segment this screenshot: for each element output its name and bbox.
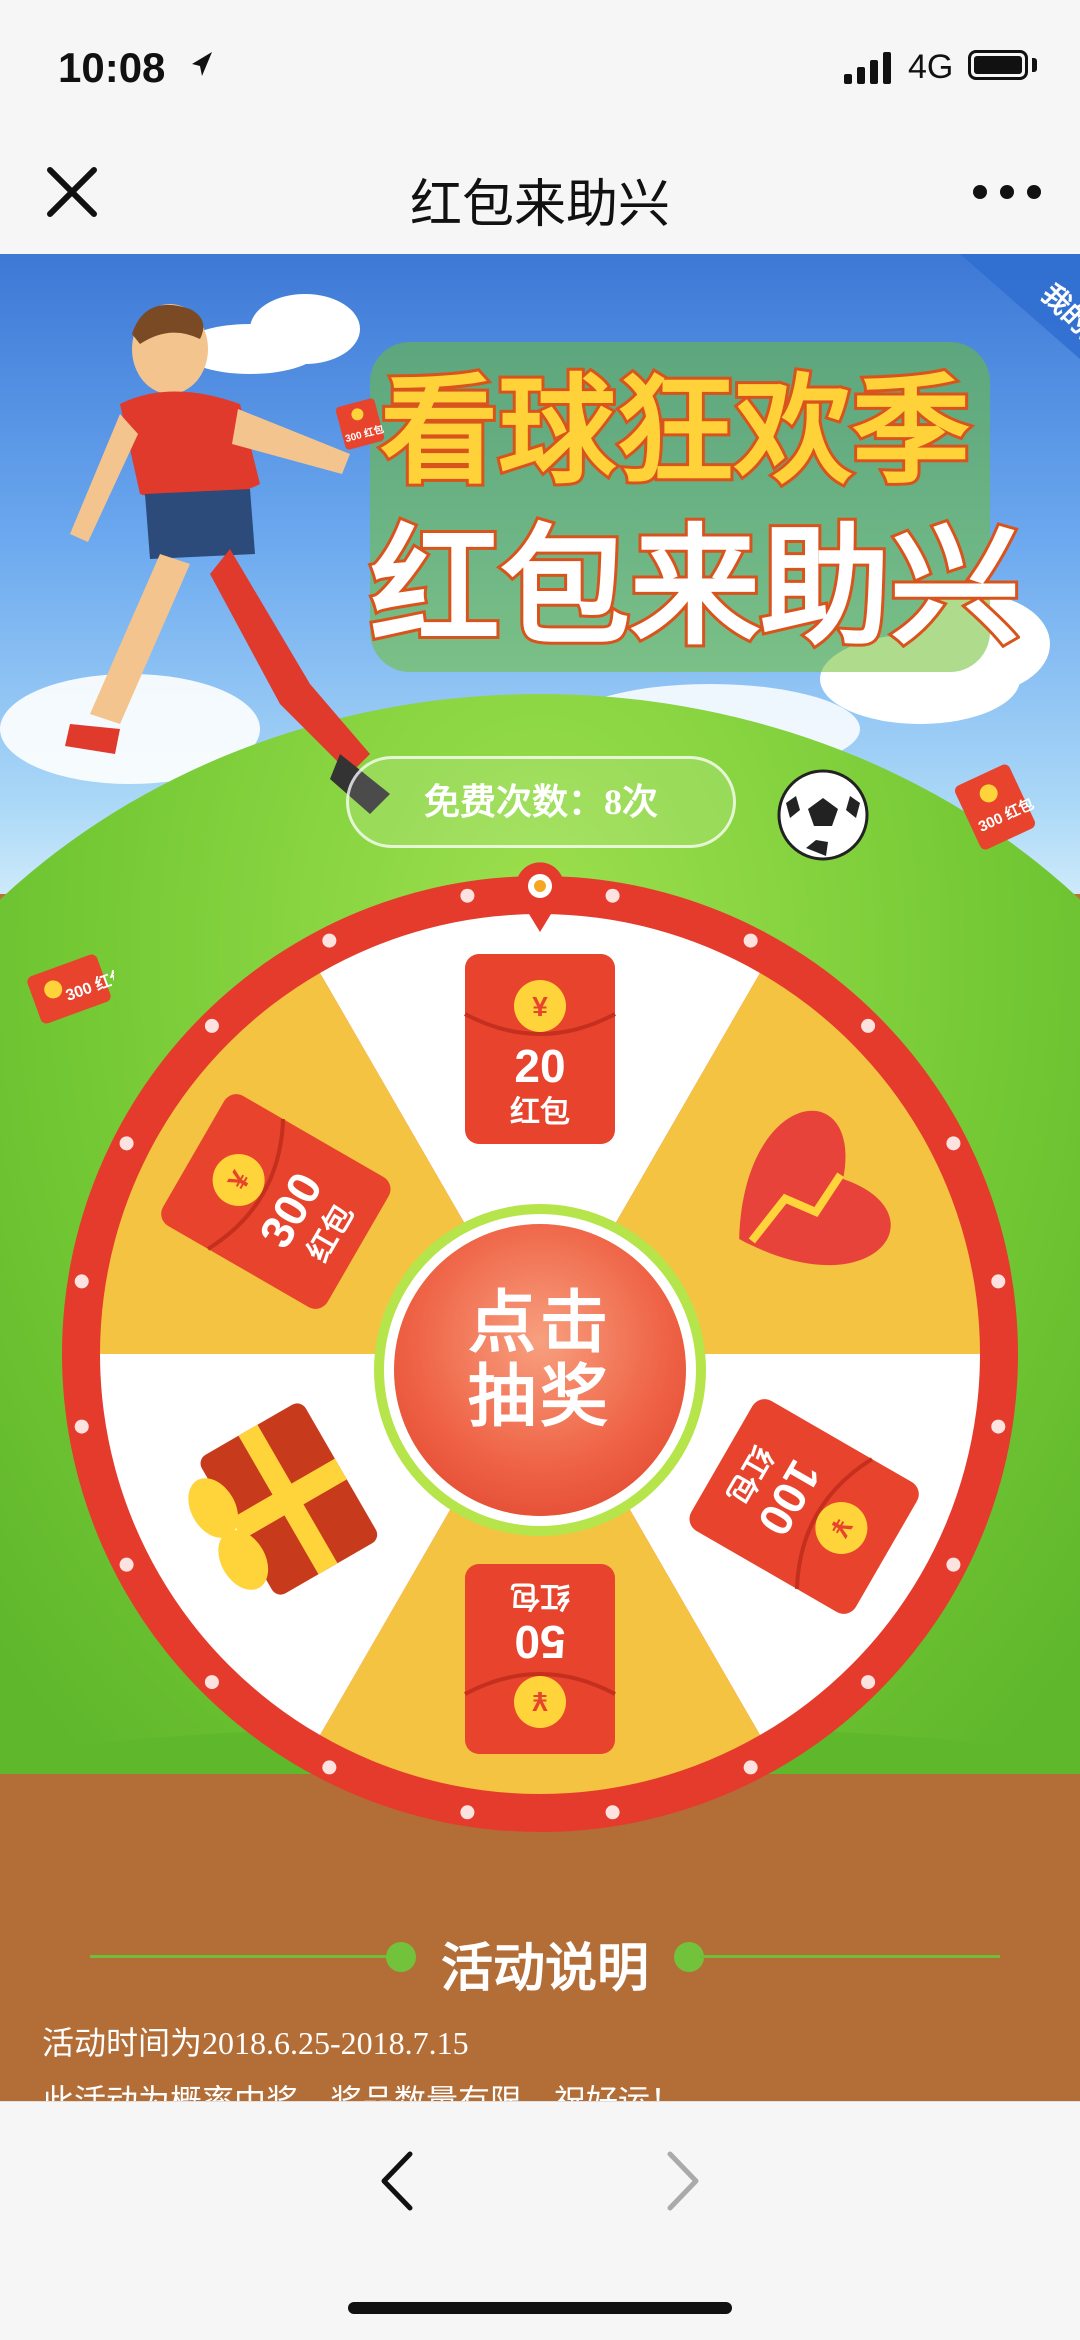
wheel-rim-dot [460,888,475,903]
spin-button-label: 点击 抽奖 [394,1286,686,1434]
wheel-rim-dot [605,1805,620,1820]
back-arrow-icon[interactable] [372,2146,422,2216]
wheel-pointer-icon [516,862,564,932]
location-arrow-icon [192,52,212,76]
home-indicator [348,2302,732,2314]
nav-bar: 红包来助兴 [0,130,1080,254]
wheel-rim-dot [322,933,337,948]
wheel-rim-dot [119,1557,134,1572]
wheel-rim-dot [991,1419,1006,1434]
soccer-ball-icon [777,769,869,861]
forward-arrow-icon[interactable] [658,2146,708,2216]
wheel-rim-dot [946,1557,961,1572]
wheel-rim-dot [204,1675,219,1690]
spin-button[interactable]: 点击 抽奖 [394,1224,686,1516]
spin-button-line1: 点击 [467,1285,612,1361]
free-spins-count: 免费次数：8次 [346,756,736,848]
rules-text-line: 活动时间为2018.6.25-2018.7.15 [42,2025,469,2061]
wheel-prize-3: ¥50红包 [464,1564,616,1754]
rules-text-line: 此活动为概率中奖，奖品数量有限，祝好运！ [42,2083,683,2101]
wheel-rim-dot [861,1018,876,1033]
wheel-rim-dot [861,1675,876,1690]
rules-divider-right [700,1955,1000,1958]
wheel-rim-dot [946,1136,961,1151]
wheel-rim-dot [991,1274,1006,1289]
more-options-icon[interactable] [970,172,1044,212]
page-title: 红包来助兴 [409,176,670,234]
banner-title-line1: 看球狂欢季 [380,366,970,498]
banner-title-line2: 红包来助兴 [370,514,1020,660]
wheel-rim-dot [204,1018,219,1033]
yuan-symbol: ¥ [532,991,548,1022]
floating-red-envelope: 300 红包 [954,764,1037,850]
battery-tip [1032,58,1037,72]
status-bar: 10:08 4G [0,0,1080,130]
status-time: 10:08 [58,44,166,91]
wheel-rim-dot [743,933,758,948]
banner-title: 看球狂欢季 红包来助兴 [367,342,1020,672]
wheel-rim-dot [605,888,620,903]
rules-title: 活动说明 [440,1940,649,1998]
prize-amount: 20 [514,1040,565,1092]
lottery-page: 我的奖品 看球狂欢季 红包来助兴 免费次数：8次 300 红包 [0,254,1080,2101]
signal-icon [844,52,891,84]
rules-header: 活动说明 [90,1926,1000,1998]
wheel-rim-dot [119,1136,134,1151]
prize-amount: 50 [514,1616,565,1668]
prize-unit: 红包 [510,1095,570,1129]
network-type: 4G [908,48,954,86]
wheel-rim-dot [74,1419,89,1434]
wheel-prize-0: ¥20红包 [464,954,616,1144]
prize-unit: 红包 [510,1579,570,1613]
floating-red-envelope: 300 红包 [335,398,385,450]
wheel-rim-dot [322,1760,337,1775]
wheel-rim-dot [460,1805,475,1820]
wheel-rim-dot [743,1760,758,1775]
battery-icon [968,50,1028,80]
wheel-rim-dot [74,1274,89,1289]
spin-button-line2: 抽奖 [467,1359,612,1435]
yuan-symbol: ¥ [532,1686,548,1717]
browser-toolbar [0,2101,1080,2340]
